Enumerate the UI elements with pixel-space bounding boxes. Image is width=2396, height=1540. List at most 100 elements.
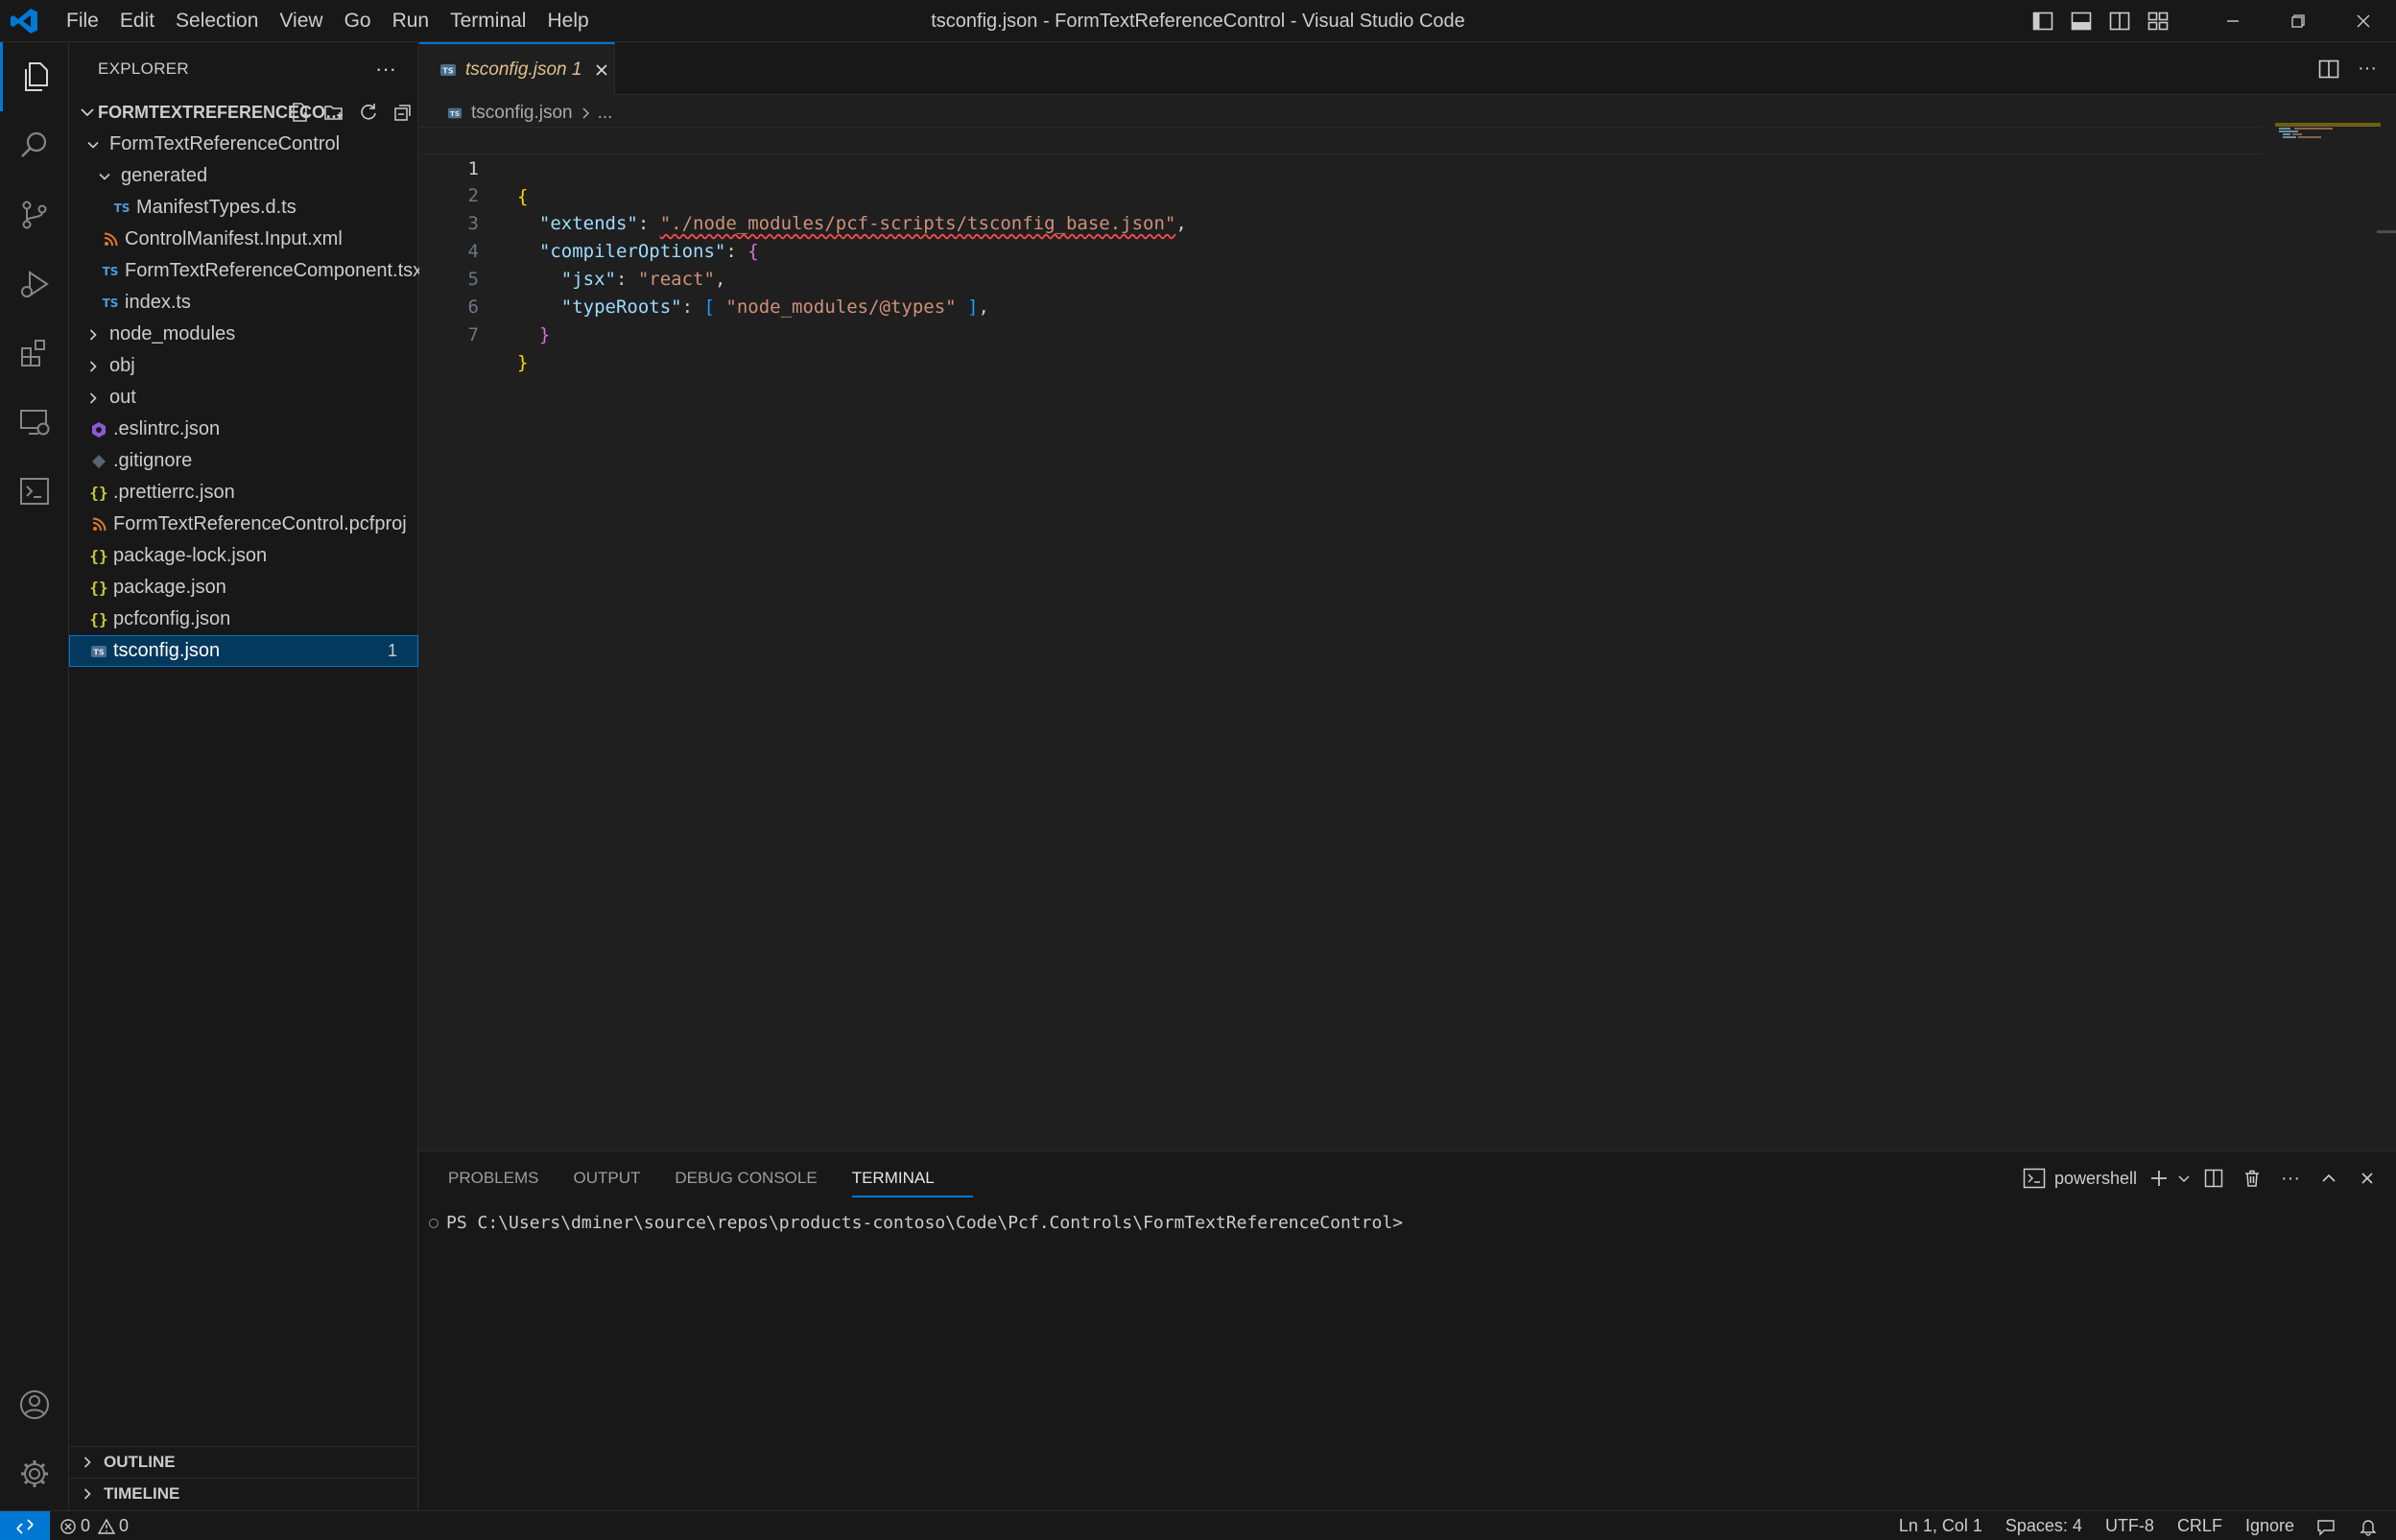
breadcrumb-file[interactable]: tsconfig.json	[471, 103, 573, 124]
title-bar: File Edit Selection View Go Run Terminal…	[0, 0, 2396, 42]
new-terminal-button[interactable]	[2145, 1159, 2173, 1197]
file-encoding[interactable]: UTF-8	[2105, 1516, 2154, 1536]
toggle-secondary-sidebar-button[interactable]	[2100, 0, 2139, 42]
minimize-button[interactable]	[2200, 0, 2266, 42]
tree-item-file[interactable]: ControlManifest.Input.xml	[69, 224, 418, 255]
menu-help[interactable]: Help	[536, 0, 599, 42]
indentation[interactable]: Spaces: 4	[2005, 1516, 2082, 1536]
problems-status-button[interactable]: 0 0	[59, 1511, 132, 1540]
split-editor-button[interactable]	[2310, 50, 2348, 88]
tab-output[interactable]: OUTPUT	[573, 1151, 640, 1205]
gear-icon	[21, 1460, 48, 1487]
tree-item-file-selected[interactable]: TS tsconfig.json 1	[69, 635, 418, 667]
notifications-button[interactable]	[2358, 1516, 2379, 1537]
editor-scrollbar[interactable]	[2377, 230, 2396, 233]
restore-button[interactable]	[2266, 0, 2331, 42]
feedback-button[interactable]	[2315, 1516, 2337, 1537]
code-line: 2 "extends": "./node_modules/pcf-scripts…	[419, 154, 2262, 234]
activity-run-debug[interactable]	[0, 249, 69, 319]
tree-item-label: .eslintrc.json	[113, 418, 221, 439]
plus-icon	[2151, 1171, 2167, 1186]
tree-item-folder[interactable]: generated	[69, 160, 418, 192]
tree-item-label: package-lock.json	[113, 545, 268, 566]
tree-item-file[interactable]: TS index.ts	[69, 287, 418, 319]
tree-item-file[interactable]: .eslintrc.json	[69, 414, 418, 445]
tree-item-file[interactable]: FormTextReferenceControl.pcfproj	[69, 509, 418, 540]
new-folder-button[interactable]	[317, 100, 351, 125]
tab-problems[interactable]: PROBLEMS	[448, 1151, 538, 1205]
extensions-icon	[21, 340, 45, 367]
chevron-up-icon	[2322, 1173, 2336, 1182]
sidebar-more-button[interactable]: ···	[372, 56, 399, 83]
activity-explorer[interactable]	[0, 42, 69, 111]
editor-actions: ···	[2310, 42, 2386, 95]
minimap[interactable]	[2275, 123, 2381, 180]
end-of-line[interactable]: CRLF	[2177, 1516, 2222, 1536]
tree-item-label: node_modules	[109, 323, 236, 344]
tree-item-label: index.ts	[125, 292, 191, 313]
code-line: 5 "typeRoots": [ "node_modules/@types" ]…	[419, 238, 2262, 318]
menu-go[interactable]: Go	[334, 0, 382, 42]
menu-run[interactable]: Run	[382, 0, 440, 42]
terminal-profiles-dropdown[interactable]	[2173, 1159, 2194, 1197]
activity-terminal[interactable]	[0, 457, 69, 526]
tree-item-folder[interactable]: out	[69, 382, 418, 414]
tab-tsconfig-json[interactable]: TS tsconfig.json 1	[419, 42, 615, 96]
tree-item-file[interactable]: .gitignore	[69, 445, 418, 477]
activity-accounts[interactable]	[0, 1370, 69, 1439]
tab-terminal[interactable]: TERMINAL	[851, 1151, 973, 1205]
menu-view[interactable]: View	[269, 0, 333, 42]
remote-explorer-icon	[20, 410, 50, 436]
remote-indicator-button[interactable]	[0, 1511, 50, 1540]
customize-layout-button[interactable]	[2139, 0, 2177, 42]
editor-more-actions-button[interactable]: ···	[2348, 50, 2386, 88]
terminal-instance[interactable]: powershell	[2022, 1166, 2137, 1191]
toggle-panel-button[interactable]	[2062, 0, 2100, 42]
close-panel-button[interactable]	[2348, 1159, 2386, 1197]
chevron-right-icon	[83, 356, 104, 377]
outline-label: OUTLINE	[104, 1453, 176, 1471]
activity-search[interactable]	[0, 111, 69, 180]
outline-section-header[interactable]: OUTLINE	[69, 1446, 418, 1478]
tree-item-file[interactable]: TS ManifestTypes.d.ts	[69, 192, 418, 224]
cursor-position[interactable]: Ln 1, Col 1	[1899, 1516, 1982, 1536]
feedback-icon	[2317, 1519, 2335, 1536]
tree-item-folder[interactable]: node_modules	[69, 319, 418, 350]
language-mode[interactable]: Ignore	[2245, 1516, 2294, 1536]
tree-item-file[interactable]: {} package.json	[69, 572, 418, 604]
menu-selection[interactable]: Selection	[165, 0, 269, 42]
kill-terminal-button[interactable]	[2233, 1159, 2271, 1197]
breadcrumb-symbol[interactable]: ...	[598, 103, 613, 124]
json-file-icon: {}	[89, 547, 108, 565]
tab-debug-console[interactable]: DEBUG CONSOLE	[675, 1151, 817, 1205]
refresh-explorer-button[interactable]	[351, 100, 386, 125]
tree-item-file[interactable]: TS FormTextReferenceComponent.tsx	[69, 255, 423, 287]
activity-extensions[interactable]	[0, 319, 69, 388]
timeline-section-header[interactable]: TIMELINE	[69, 1478, 418, 1509]
activity-source-control[interactable]	[0, 180, 69, 249]
svg-text:TS: TS	[450, 109, 460, 118]
collapse-folders-button[interactable]	[386, 100, 420, 125]
menu-terminal[interactable]: Terminal	[439, 0, 536, 42]
menu-file[interactable]: File	[56, 0, 109, 42]
toggle-primary-sidebar-button[interactable]	[2024, 0, 2062, 42]
terminal-output[interactable]: PS C:\Users\dminer\source\repos\products…	[429, 1213, 1403, 1233]
tree-item-label: FormTextReferenceControl	[109, 133, 341, 154]
split-terminal-button[interactable]	[2194, 1159, 2233, 1197]
tab-close-button[interactable]	[591, 59, 612, 81]
workspace-folder-header[interactable]: FORMTEXTREFERENCECONTROL	[69, 96, 418, 129]
tree-item-file[interactable]: {} pcfconfig.json	[69, 604, 418, 635]
tree-item-folder[interactable]: FormTextReferenceControl	[69, 129, 418, 160]
activity-remote-explorer[interactable]	[0, 388, 69, 457]
new-file-button[interactable]	[282, 100, 317, 125]
close-window-button[interactable]	[2331, 0, 2396, 42]
activity-manage[interactable]	[0, 1439, 69, 1508]
maximize-panel-button[interactable]	[2310, 1159, 2348, 1197]
tree-item-file[interactable]: {} .prettierrc.json	[69, 477, 418, 509]
tree-item-folder[interactable]: obj	[69, 350, 418, 382]
tree-item-file[interactable]: {} package-lock.json	[69, 540, 418, 572]
json-file-icon: {}	[89, 610, 108, 628]
panel-more-actions-button[interactable]: ···	[2271, 1159, 2310, 1197]
new-file-icon	[293, 103, 308, 122]
menu-edit[interactable]: Edit	[109, 0, 165, 42]
